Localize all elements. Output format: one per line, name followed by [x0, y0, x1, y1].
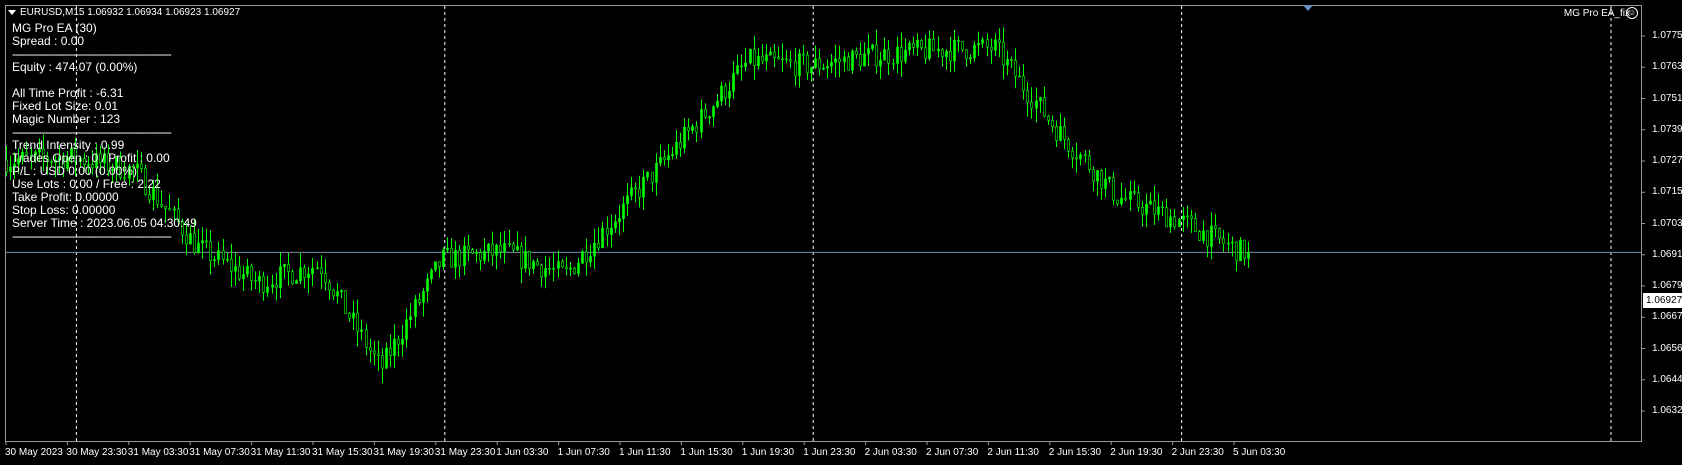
y-tick-label: 1.07275: [1652, 155, 1682, 166]
chart-window[interactable]: EURUSD,M15 1.06932 1.06934 1.06923 1.069…: [0, 0, 1682, 465]
y-tick-label: 1.06440: [1652, 373, 1682, 385]
ea-info-panel: MG Pro EA (30) Spread : 0.00 -----------…: [12, 22, 212, 243]
y-tick-label: 1.07395: [1652, 123, 1682, 135]
x-tick-label: 2 Jun 23:30: [1171, 447, 1224, 458]
y-tick-label: 1.07755: [1652, 30, 1682, 41]
expert-advisor-name[interactable]: MG Pro EA_fix: [1564, 8, 1630, 19]
x-tick-label: 1 Jun 11:30: [619, 447, 671, 458]
y-tick-label: 1.06915: [1652, 248, 1682, 260]
scroll-marker-icon[interactable]: [1303, 5, 1313, 11]
equity-text: Equity : 474.07 (0.00%): [12, 60, 138, 74]
y-tick-label: 1.07035: [1652, 217, 1682, 229]
x-tick-label: 2 Jun 19:30: [1110, 447, 1163, 458]
magic-number-text: Magic Number : 123: [12, 112, 121, 126]
x-tick-label: 1 Jun 19:30: [741, 447, 795, 458]
x-tick-label: 1 Jun 07:30: [557, 447, 610, 458]
plot-frame: [5, 5, 1642, 442]
y-tick-label: 1.06560: [1652, 342, 1682, 354]
x-tick-label: 1 Jun 23:30: [803, 447, 856, 458]
symbol-ohlc-label: EURUSD,M15 1.06932 1.06934 1.06923 1.069…: [20, 7, 241, 18]
x-tick-label: 31 May 23:30: [434, 447, 496, 458]
x-tick-label: 31 May 15:30: [312, 447, 373, 458]
spread-text: Spread : 0.00: [12, 34, 85, 48]
x-tick-label: 1 Jun 03:30: [496, 447, 549, 458]
x-tick-label: 2 Jun 07:30: [926, 447, 979, 458]
x-tick-label: 31 May 07:30: [189, 447, 250, 458]
server-time-text: Server Time : 2023.06.05 04:30:49: [12, 216, 197, 230]
dropdown-triangle-icon[interactable]: [8, 9, 16, 15]
separator: ----------------------------------------…: [12, 230, 172, 243]
x-tick-label: 30 May 23:30: [66, 447, 127, 458]
y-tick-label: 1.06675: [1652, 311, 1682, 323]
y-tick-label: 1.06320: [1652, 405, 1682, 416]
x-tick-label: 31 May 11:30: [250, 447, 311, 458]
current-price-tag: 1.06927: [1643, 293, 1682, 308]
y-tick-label: 1.07635: [1652, 61, 1682, 73]
x-tick-label: 5 Jun 03:30: [1233, 447, 1286, 458]
x-tick-label: 1 Jun 15:30: [680, 447, 733, 458]
symbol-header[interactable]: EURUSD,M15 1.06932 1.06934 1.06923 1.069…: [8, 7, 240, 18]
x-tick-label: 31 May 03:30: [127, 447, 189, 458]
x-tick-label: 2 Jun 15:30: [1048, 447, 1102, 458]
x-tick-label: 30 May 2023: [5, 447, 63, 458]
y-tick-label: 1.07155: [1652, 186, 1682, 198]
x-tick-label: 31 May 19:30: [373, 447, 434, 458]
y-tick-label: 1.07515: [1652, 92, 1682, 104]
x-tick-label: 2 Jun 11:30: [987, 447, 1039, 458]
x-tick-label: 2 Jun 03:30: [864, 447, 917, 458]
y-tick-label: 1.06795: [1652, 280, 1682, 291]
smiley-icon[interactable]: ☺: [1626, 7, 1638, 19]
